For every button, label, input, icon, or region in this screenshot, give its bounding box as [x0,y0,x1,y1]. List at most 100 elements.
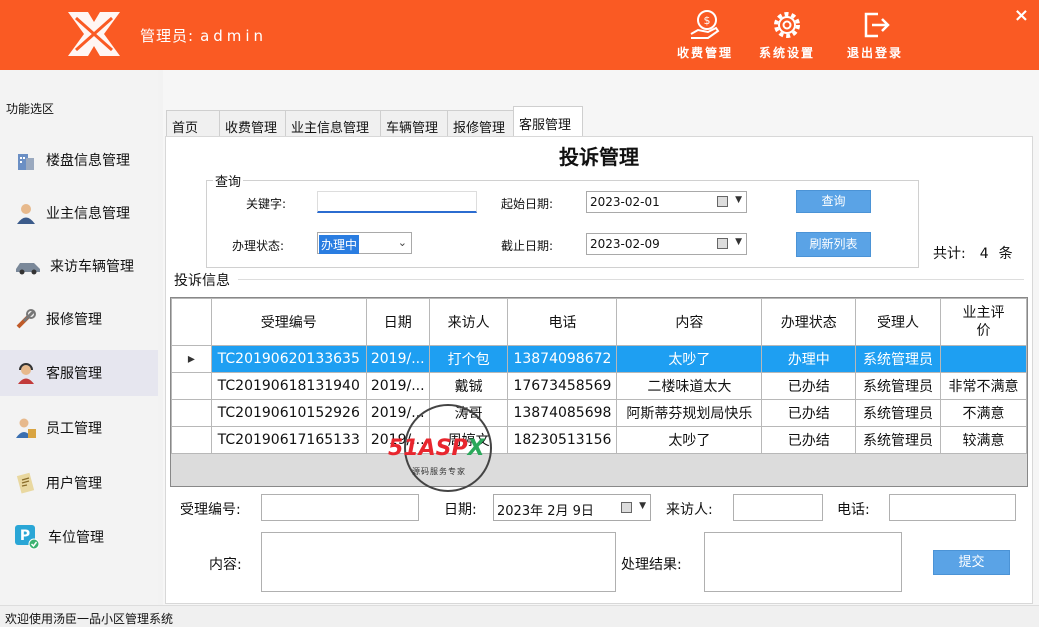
keyword-input[interactable] [317,191,477,213]
tab-bar: 首页 收费管理 业主信息管理 车辆管理 报修管理 客服管理 [166,106,583,136]
sidebar-item-users[interactable]: 用户管理 [0,460,158,506]
tab-home[interactable]: 首页 [166,110,220,136]
money-hand-icon: $ [690,10,720,39]
search-button[interactable]: 查询 [796,190,871,213]
cell-content[interactable]: 二楼味道太大 [616,372,763,400]
cell-content[interactable]: 太吵了 [616,345,763,373]
system-settings-button[interactable]: 系统设置 [752,8,822,66]
cell-status[interactable]: 已办结 [761,399,857,427]
total-count: 共计: 4 条 [933,243,1013,263]
sidebar-item-staff[interactable]: 员工管理 [0,405,158,451]
cell-id[interactable]: TC20190610152926 [210,399,367,427]
watermark-text: 51ASPX [388,436,485,461]
column-header-visitor[interactable]: 来访人 [428,298,509,346]
cell-id[interactable]: TC20190618131940 [210,372,367,400]
column-header-handler[interactable]: 受理人 [855,298,942,346]
tab-owner-info[interactable]: 业主信息管理 [285,110,381,136]
table-row[interactable]: TC20190618131940 2019/... 戴铖 17673458569… [171,372,1027,400]
calendar-icon[interactable] [621,502,632,513]
table-row[interactable]: TC20190617165133 2019/... 周婷文 1823051315… [171,426,1027,454]
cell-handler[interactable]: 系统管理员 [855,372,942,400]
cell-rating[interactable] [940,345,1027,373]
cell-date[interactable]: 2019/... [365,372,430,400]
column-header-status[interactable]: 办理状态 [761,298,857,346]
main-content: 首页 收费管理 业主信息管理 车辆管理 报修管理 客服管理 投诉管理 查询 关键… [163,70,1039,605]
submit-button[interactable]: 提交 [933,550,1010,575]
tab-repair-management[interactable]: 报修管理 [447,110,514,136]
cell-handler[interactable]: 系统管理员 [855,399,942,427]
form-phone-input[interactable] [889,494,1016,521]
cell-status[interactable]: 已办结 [761,372,857,400]
form-content-textarea[interactable] [261,532,616,592]
cell-phone[interactable]: 13874085698 [507,399,618,427]
section-divider [238,279,1024,280]
complaint-table[interactable]: 受理编号 日期 来访人 电话 内容 办理状态 受理人 业主评价 ▸ TC2019… [170,297,1028,487]
cell-visitor[interactable]: 戴铖 [428,372,509,400]
form-id-input[interactable] [261,494,419,521]
status-bar: 欢迎使用汤臣一品小区管理系统 [0,605,1039,627]
cell-phone[interactable]: 18230513156 [507,426,618,454]
column-header-id[interactable]: 受理编号 [210,298,367,346]
cell-rating[interactable]: 较满意 [940,426,1027,454]
form-result-textarea[interactable] [704,532,902,592]
start-date-picker[interactable]: 2023-02-01 ▼ [586,191,747,213]
cell-rating[interactable]: 非常不满意 [940,372,1027,400]
dropdown-arrow-icon[interactable]: ▼ [735,195,742,205]
staff-icon [16,418,36,438]
column-header-date[interactable]: 日期 [365,298,430,346]
cell-id[interactable]: TC20190620133635 [210,345,367,373]
status-select[interactable]: 办理中 ⌄ [317,232,412,254]
cell-id[interactable]: TC20190617165133 [210,426,367,454]
rating-header-line2: 价 [976,323,991,339]
sidebar-item-label: 员工管理 [46,421,102,437]
end-date-value: 2023-02-09 [590,237,660,251]
row-selector[interactable] [171,372,212,400]
complaint-info-label: 投诉信息 [174,273,230,289]
sidebar-item-parking[interactable]: P 车位管理 [0,514,158,560]
tab-vehicle-management[interactable]: 车辆管理 [380,110,448,136]
cell-phone[interactable]: 17673458569 [507,372,618,400]
dropdown-arrow-icon[interactable]: ▼ [735,237,742,247]
sidebar-item-label: 车位管理 [48,530,104,546]
cell-date[interactable]: 2019/... [365,345,430,373]
calendar-icon[interactable] [717,238,728,249]
calendar-icon[interactable] [717,196,728,207]
refresh-list-button[interactable]: 刷新列表 [796,232,871,257]
column-header-content[interactable]: 内容 [616,298,763,346]
row-selector[interactable] [171,399,212,427]
cell-visitor[interactable]: 打个包 [428,345,509,373]
cell-handler[interactable]: 系统管理员 [855,426,942,454]
sidebar-item-owner-info[interactable]: 业主信息管理 [0,190,158,236]
row-selector-arrow[interactable]: ▸ [171,345,212,373]
end-date-picker[interactable]: 2023-02-09 ▼ [586,233,747,255]
form-visitor-input[interactable] [733,494,823,521]
sidebar-item-repair[interactable]: 报修管理 [0,296,158,342]
table-row[interactable]: ▸ TC20190620133635 2019/... 打个包 13874098… [171,345,1027,373]
cell-rating[interactable]: 不满意 [940,399,1027,427]
fee-management-button[interactable]: $ 收费管理 [670,8,740,66]
form-phone-label: 电话: [837,502,870,518]
tab-fee-management[interactable]: 收费管理 [219,110,286,136]
sidebar-item-building-info[interactable]: 楼盘信息管理 [0,137,158,183]
logout-icon [864,12,890,38]
logout-button[interactable]: 退出登录 [840,8,910,66]
cell-handler[interactable]: 系统管理员 [855,345,942,373]
close-icon[interactable]: × [1014,5,1029,26]
table-header-row: 受理编号 日期 来访人 电话 内容 办理状态 受理人 业主评价 [171,298,1027,346]
form-date-picker[interactable]: 2023年 2月 9日 ▼ [493,494,651,521]
tab-customer-service[interactable]: 客服管理 [513,106,583,136]
table-row[interactable]: TC20190610152926 2019/... 涛哥 13874085698… [171,399,1027,427]
cell-content[interactable]: 阿斯蒂芬规划局快乐 [616,399,763,427]
cell-status[interactable]: 已办结 [761,426,857,454]
dropdown-arrow-icon[interactable]: ▼ [639,501,646,511]
column-header-phone[interactable]: 电话 [507,298,618,346]
cell-phone[interactable]: 13874098672 [507,345,618,373]
cell-status[interactable]: 办理中 [761,345,857,373]
cell-content[interactable]: 太吵了 [616,426,763,454]
sidebar-item-visitor-vehicle[interactable]: 来访车辆管理 [0,243,158,289]
sidebar-item-customer-service[interactable]: 客服管理 [0,350,158,396]
app-header: 管理员: admin $ 收费管理 系统设置 退出登录 × [0,0,1039,70]
row-selector[interactable] [171,426,212,454]
status-label: 办理状态: [232,239,285,253]
column-header-rating[interactable]: 业主评价 [940,298,1027,346]
